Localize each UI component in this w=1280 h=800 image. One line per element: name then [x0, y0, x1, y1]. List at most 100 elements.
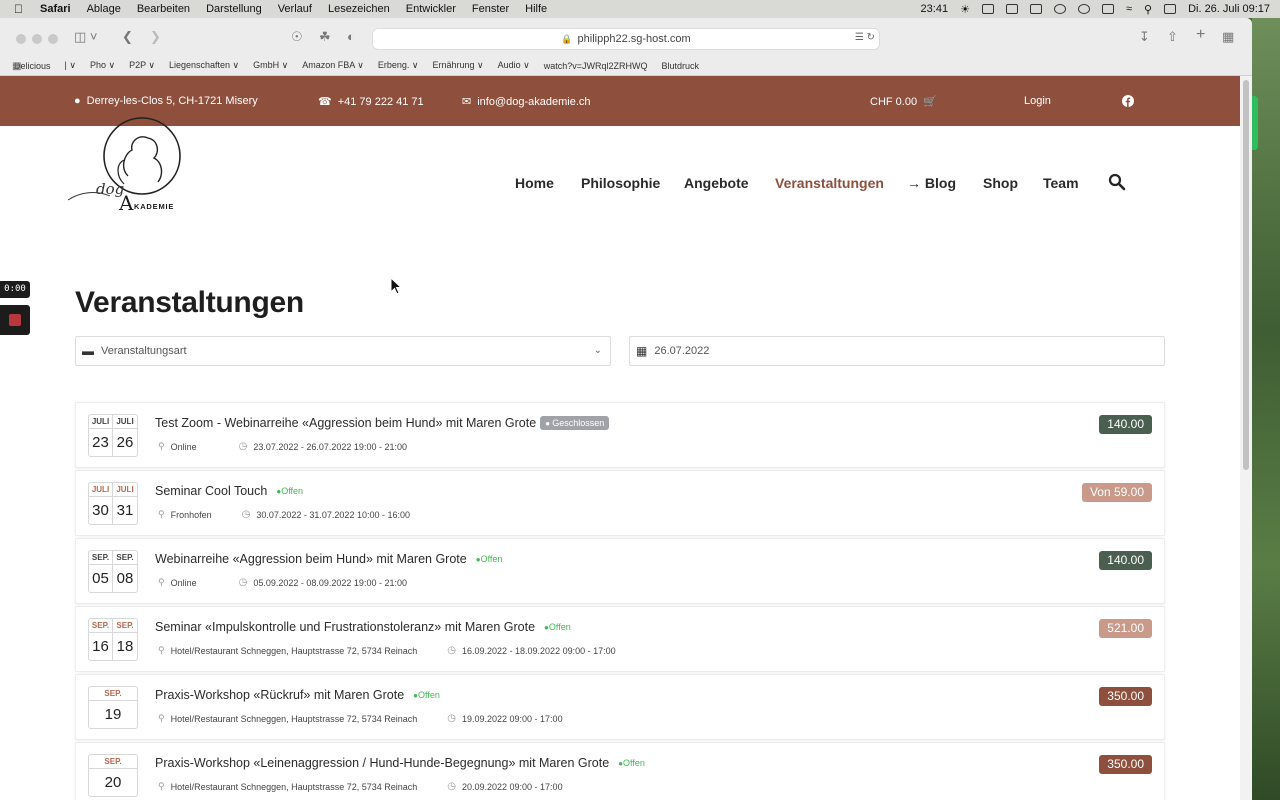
evernote-extension-icon[interactable]: ☘ — [319, 29, 331, 45]
email-link[interactable]: ✉ info@dog-akademie.ch — [462, 95, 591, 109]
nav-blog[interactable]: → Blog — [907, 175, 956, 191]
clock-icon: ◷ — [241, 509, 251, 520]
bookmark-item[interactable]: Blutdruck — [662, 61, 700, 71]
password-icon[interactable] — [1077, 4, 1090, 14]
menu-verlauf[interactable]: Verlauf — [278, 3, 312, 15]
event-type-select[interactable]: ▬ Veranstaltungsart ⌄ — [75, 336, 611, 366]
nav-veranstaltungen[interactable]: Veranstaltungen — [775, 175, 884, 191]
bookmark-item[interactable]: Pho ∨ — [90, 60, 115, 71]
dropbox-icon[interactable] — [981, 4, 994, 14]
event-date-box: JULI 30 JULI 31 — [88, 482, 138, 525]
nav-angebote[interactable]: Angebote — [684, 175, 749, 191]
chevron-down-icon: ⌄ — [593, 345, 602, 356]
bookmark-item[interactable]: P2P ∨ — [129, 60, 155, 71]
nav-philosophie[interactable]: Philosophie — [581, 175, 660, 191]
event-row[interactable]: JULI 30 JULI 31 Seminar Cool Touch ●Offen … — [75, 470, 1165, 536]
search-icon[interactable] — [1108, 173, 1126, 191]
start-day: 05 — [92, 570, 109, 587]
new-tab-icon[interactable]: + — [1196, 26, 1205, 44]
bookmark-item[interactable]: Erbeng. ∨ — [378, 60, 419, 71]
zoom-window-button[interactable] — [48, 34, 58, 44]
battery-icon[interactable] — [1101, 4, 1114, 14]
event-title[interactable]: Praxis-Workshop «Rückruf» mit Maren Grot… — [155, 688, 404, 702]
close-window-button[interactable] — [16, 34, 26, 44]
cart-link[interactable]: CHF 0.00 🛒 — [870, 95, 937, 109]
privacy-shield-icon[interactable]: ◐ — [347, 29, 355, 44]
brightness-icon[interactable]: ☀ — [960, 3, 970, 16]
event-meta: ⚲ Hotel/Restaurant Schneggen, Hauptstras… — [158, 781, 563, 792]
dog-akademie-logo[interactable]: dog A KADEMIE — [66, 116, 190, 214]
event-date-box: SEP. 16 SEP. 18 — [88, 618, 138, 661]
minimize-window-button[interactable] — [32, 34, 42, 44]
password-extension-icon[interactable]: ☉ — [291, 29, 303, 45]
timer-icon[interactable] — [1053, 4, 1066, 14]
share-icon[interactable]: ⇧ — [1167, 29, 1178, 45]
event-meta: ⚲ Hotel/Restaurant Schneggen, Hauptstras… — [158, 645, 616, 656]
cart-total: CHF 0.00 — [870, 95, 918, 108]
menu-bearbeiten[interactable]: Bearbeiten — [137, 3, 190, 15]
app-icon[interactable] — [1029, 4, 1042, 14]
address-bar[interactable]: 🔒 philipph22.sg-host.com ☰ ↻ — [372, 28, 880, 50]
wifi-icon[interactable]: ≈ — [1126, 3, 1132, 15]
price-badge: 350.00 — [1099, 687, 1152, 706]
facebook-link[interactable] — [1122, 95, 1134, 107]
event-row[interactable]: JULI 23 JULI 26 Test Zoom - Webinarreihe «… — [75, 402, 1165, 468]
price-badge: 140.00 — [1099, 551, 1152, 570]
nav-team[interactable]: Team — [1043, 175, 1079, 191]
event-meta: ⚲ Online ◷ 05.09.2022 - 08.09.2022 19:00… — [158, 577, 407, 588]
event-title[interactable]: Praxis-Workshop «Leinenaggression / Hund… — [155, 756, 609, 770]
bookmark-item[interactable]: Amazon FBA ∨ — [302, 60, 364, 71]
start-month: SEP. — [89, 755, 137, 769]
menubar-status-area: 23:41 ☀ ≈ ⚲ Di. 26. Juli 09:17 — [921, 0, 1270, 18]
page-scrollbar[interactable] — [1240, 76, 1252, 800]
bookmark-item[interactable]: Liegenschaften ∨ — [169, 60, 239, 71]
event-title[interactable]: Seminar «Impulskontrolle und Frustration… — [155, 620, 535, 634]
downloads-icon[interactable]: ↧ — [1139, 29, 1150, 45]
stop-icon — [9, 314, 21, 326]
menubar-date[interactable]: Di. 26. Juli 09:17 — [1188, 3, 1270, 15]
menu-app-safari[interactable]: Safari — [40, 3, 71, 15]
sidebar-toggle-icon[interactable]: ◫ ˅ — [74, 29, 98, 45]
nav-shop[interactable]: Shop — [983, 175, 1018, 191]
phone-link[interactable]: ☎ +41 79 222 41 71 — [318, 95, 424, 109]
cursor-icon[interactable] — [1005, 4, 1018, 14]
event-title[interactable]: Seminar Cool Touch — [155, 484, 267, 498]
event-date-box: JULI 23 JULI 26 — [88, 414, 138, 457]
bookmark-item[interactable]: Audio ∨ — [498, 60, 530, 71]
stop-recording-button[interactable] — [0, 305, 30, 335]
menu-lesezeichen[interactable]: Lesezeichen — [328, 3, 390, 15]
bookmarks-grid-icon[interactable]: ▦ — [12, 61, 21, 72]
menu-hilfe[interactable]: Hilfe — [525, 3, 547, 15]
bookmark-item[interactable]: GmbH ∨ — [253, 60, 288, 71]
event-row[interactable]: SEP. 05 SEP. 08 Webinarreihe «Aggression b… — [75, 538, 1165, 604]
event-row[interactable]: SEP. 20 Praxis-Workshop «Leinenaggression… — [75, 742, 1165, 800]
event-datetime: 16.09.2022 - 18.09.2022 09:00 - 17:00 — [461, 645, 616, 656]
event-row[interactable]: SEP. 16 SEP. 18 Seminar «Impulskontrolle u… — [75, 606, 1165, 672]
date-filter-input[interactable]: ▦ 26.07.2022 — [629, 336, 1165, 366]
event-location: Fronhofen — [170, 509, 212, 520]
search-menubar-icon[interactable]: ⚲ — [1144, 3, 1152, 16]
login-link[interactable]: Login — [1024, 95, 1051, 107]
clock-icon: ◷ — [447, 645, 456, 656]
nav-home[interactable]: Home — [515, 175, 554, 191]
forward-icon[interactable]: ❯ — [150, 29, 161, 45]
back-icon[interactable]: ❮ — [122, 29, 133, 45]
scrollbar-thumb[interactable] — [1243, 80, 1249, 470]
menu-ablage[interactable]: Ablage — [87, 3, 121, 15]
translate-reload-icons[interactable]: ☰ ↻ — [855, 32, 875, 43]
start-day: 19 — [104, 706, 122, 723]
event-row[interactable]: SEP. 19 Praxis-Workshop «Rückruf» mit Mar… — [75, 674, 1165, 740]
menu-entwickler[interactable]: Entwickler — [406, 3, 456, 15]
event-title[interactable]: Webinarreihe «Aggression beim Hund» mit … — [155, 552, 467, 566]
event-title[interactable]: Test Zoom - Webinarreihe «Aggression bei… — [155, 416, 536, 430]
price-badge: Von 59.00 — [1081, 483, 1152, 502]
apple-menu-icon[interactable]:  — [14, 2, 30, 16]
bookmark-item[interactable]: Ernährung ∨ — [432, 60, 483, 71]
bookmark-item[interactable]: | ∨ — [65, 60, 76, 71]
bookmark-item[interactable]: watch?v=JWRql2ZRHWQ — [544, 61, 648, 71]
tab-overview-icon[interactable]: ▦ — [1222, 29, 1234, 45]
control-center-icon[interactable] — [1164, 4, 1177, 14]
end-month: JULI — [113, 483, 137, 497]
menu-darstellung[interactable]: Darstellung — [206, 3, 262, 15]
menu-fenster[interactable]: Fenster — [472, 3, 509, 15]
